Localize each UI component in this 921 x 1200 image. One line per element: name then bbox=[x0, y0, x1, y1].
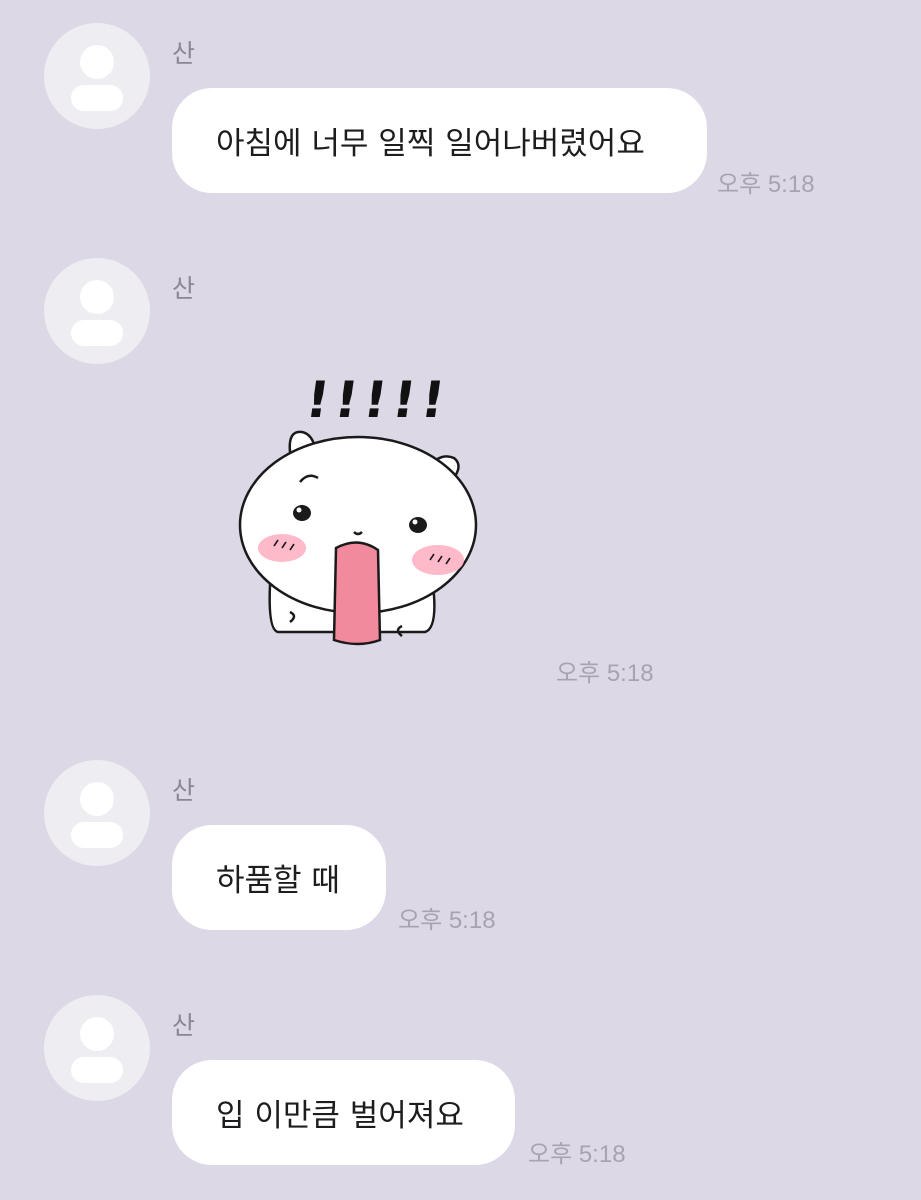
message-time: 오후 5:18 bbox=[528, 1141, 626, 1168]
sender-name: 산 bbox=[172, 1011, 196, 1040]
avatar-body-icon bbox=[71, 320, 123, 346]
message-time: 오후 5:18 bbox=[556, 660, 654, 687]
sticker-exclamations: !!!!! bbox=[302, 370, 454, 429]
message-time: 오후 5:18 bbox=[717, 171, 815, 198]
avatar-head-icon bbox=[80, 45, 114, 79]
avatar-body-icon bbox=[71, 1057, 123, 1083]
sender-avatar[interactable] bbox=[44, 760, 150, 866]
message-time: 오후 5:18 bbox=[398, 907, 496, 934]
sender-name: 산 bbox=[172, 776, 196, 805]
sender-name: 산 bbox=[172, 274, 196, 303]
sender-avatar[interactable] bbox=[44, 258, 150, 364]
hamster-sticker-icon: !!!!! bbox=[238, 370, 478, 646]
avatar-body-icon bbox=[71, 822, 123, 848]
avatar-body-icon bbox=[71, 85, 123, 111]
avatar-head-icon bbox=[80, 280, 114, 314]
avatar-head-icon bbox=[80, 1017, 114, 1051]
avatar-head-icon bbox=[80, 782, 114, 816]
sender-name: 산 bbox=[172, 39, 196, 68]
sender-avatar[interactable] bbox=[44, 23, 150, 129]
hamster-sticker[interactable]: !!!!! bbox=[230, 360, 490, 650]
message-bubble[interactable]: 입 이만큼 벌어져요 bbox=[172, 1060, 515, 1165]
sender-avatar[interactable] bbox=[44, 995, 150, 1101]
message-bubble[interactable]: 하품할 때 bbox=[172, 825, 386, 930]
message-bubble[interactable]: 아침에 너무 일찍 일어나버렸어요 bbox=[172, 88, 707, 193]
